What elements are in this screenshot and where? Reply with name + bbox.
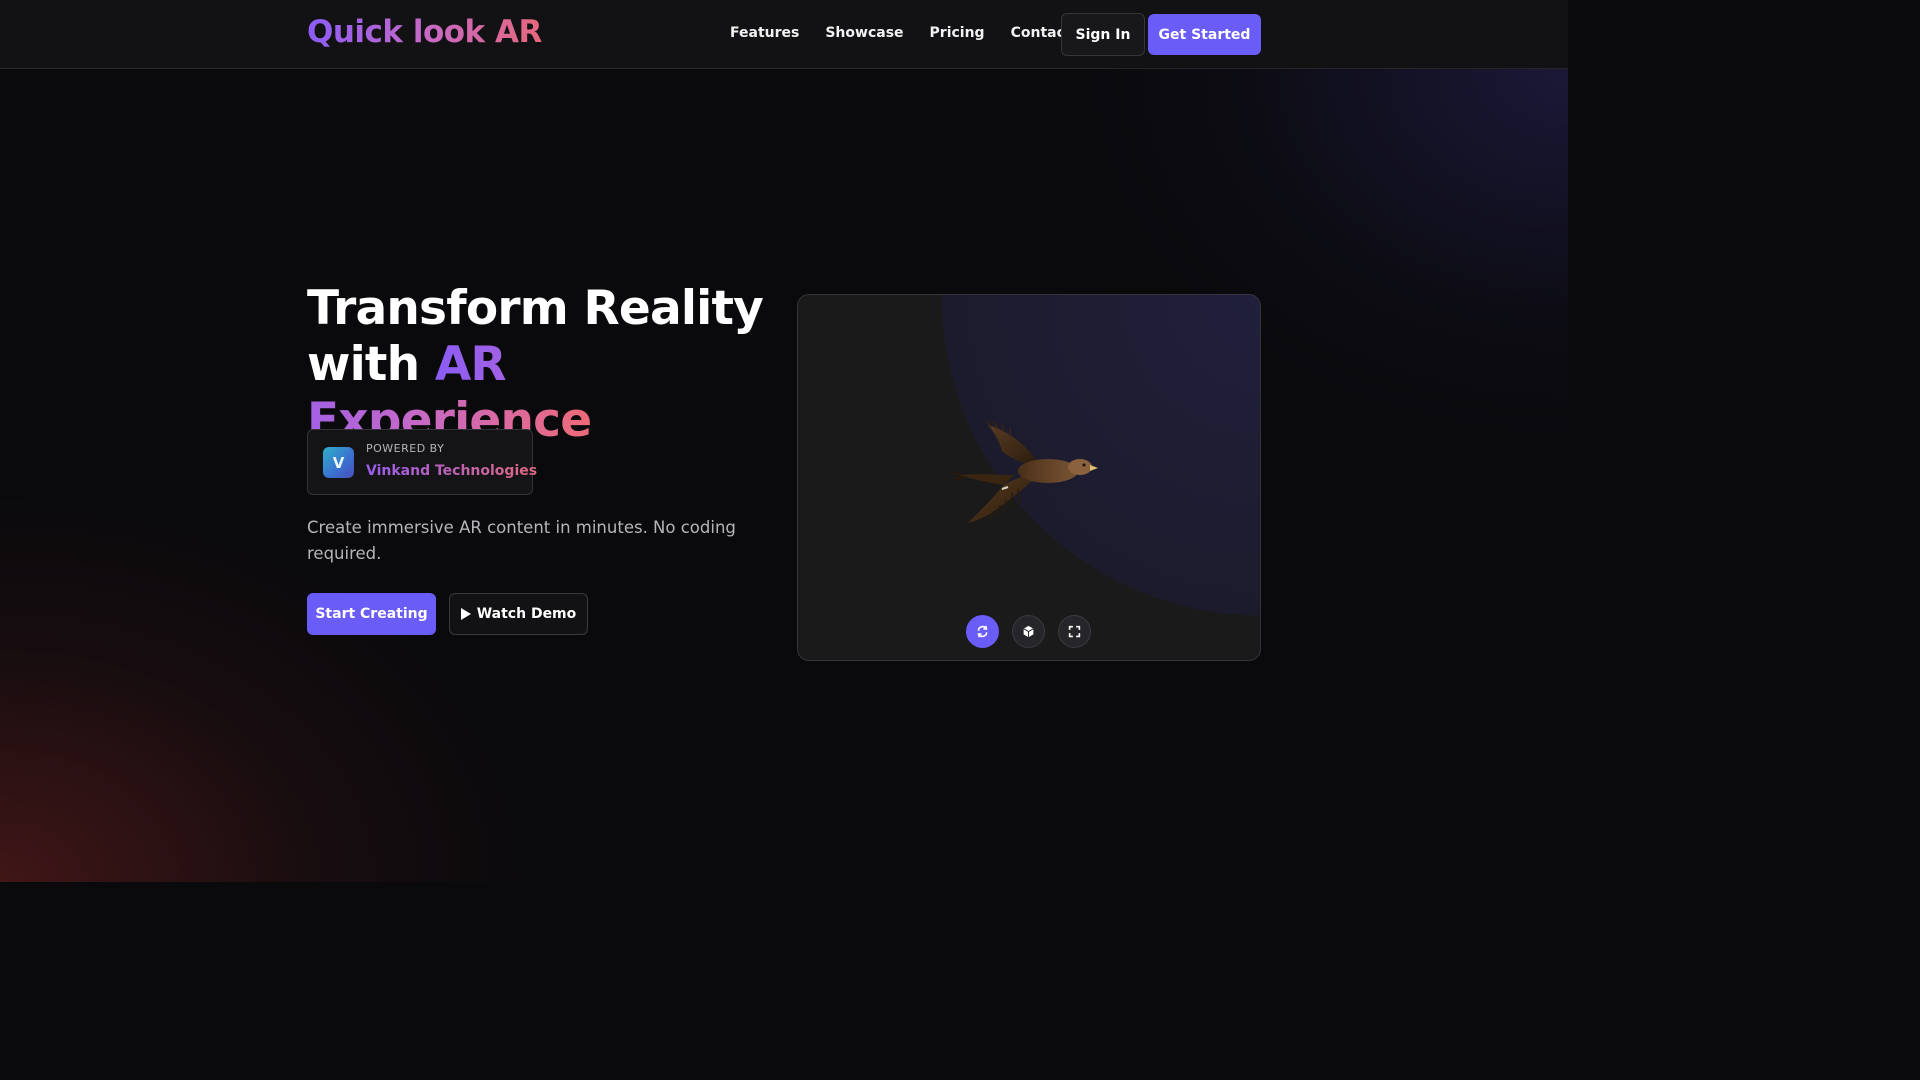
nav-showcase-link[interactable]: Showcase bbox=[825, 25, 903, 41]
get-started-button[interactable]: Get Started bbox=[1148, 14, 1261, 55]
rotate-button[interactable] bbox=[966, 615, 999, 648]
fullscreen-button[interactable] bbox=[1058, 615, 1091, 648]
view-3d-button[interactable] bbox=[1012, 615, 1045, 648]
eagle-model[interactable] bbox=[948, 417, 1108, 527]
start-creating-button[interactable]: Start Creating bbox=[307, 593, 436, 635]
hero-title: Transform Reality with AR Experience bbox=[307, 281, 767, 449]
hero-title-line1: Transform Reality bbox=[307, 281, 764, 336]
ar-model-viewer[interactable] bbox=[797, 294, 1261, 661]
powered-by-label: POWERED BY bbox=[366, 442, 445, 455]
brand-logo[interactable]: Quick look AR bbox=[307, 14, 542, 50]
nav-pricing-link[interactable]: Pricing bbox=[930, 25, 985, 41]
cube-icon bbox=[1023, 625, 1034, 638]
fullscreen-icon bbox=[1068, 625, 1081, 638]
vinkand-logo-icon: V bbox=[323, 447, 354, 478]
hero-subtitle: Create immersive AR content in minutes. … bbox=[307, 518, 736, 563]
nav-features-link[interactable]: Features bbox=[730, 25, 799, 41]
rotate-icon bbox=[977, 625, 988, 638]
play-icon bbox=[460, 608, 471, 620]
sign-in-button[interactable]: Sign In bbox=[1061, 13, 1145, 56]
watch-demo-button[interactable]: Watch Demo bbox=[449, 593, 588, 635]
powered-by-company: Vinkand Technologies bbox=[366, 463, 538, 479]
hero-title-with: with bbox=[307, 337, 420, 392]
watch-demo-label: Watch Demo bbox=[476, 606, 577, 622]
top-navbar: Quick look AR Features Showcase Pricing … bbox=[0, 0, 1568, 69]
powered-by-badge[interactable]: V POWERED BY Vinkand Technologies bbox=[307, 429, 537, 495]
main-nav: Features Showcase Pricing Contact bbox=[730, 25, 1098, 41]
page: Quick look AR Features Showcase Pricing … bbox=[0, 0, 1568, 882]
